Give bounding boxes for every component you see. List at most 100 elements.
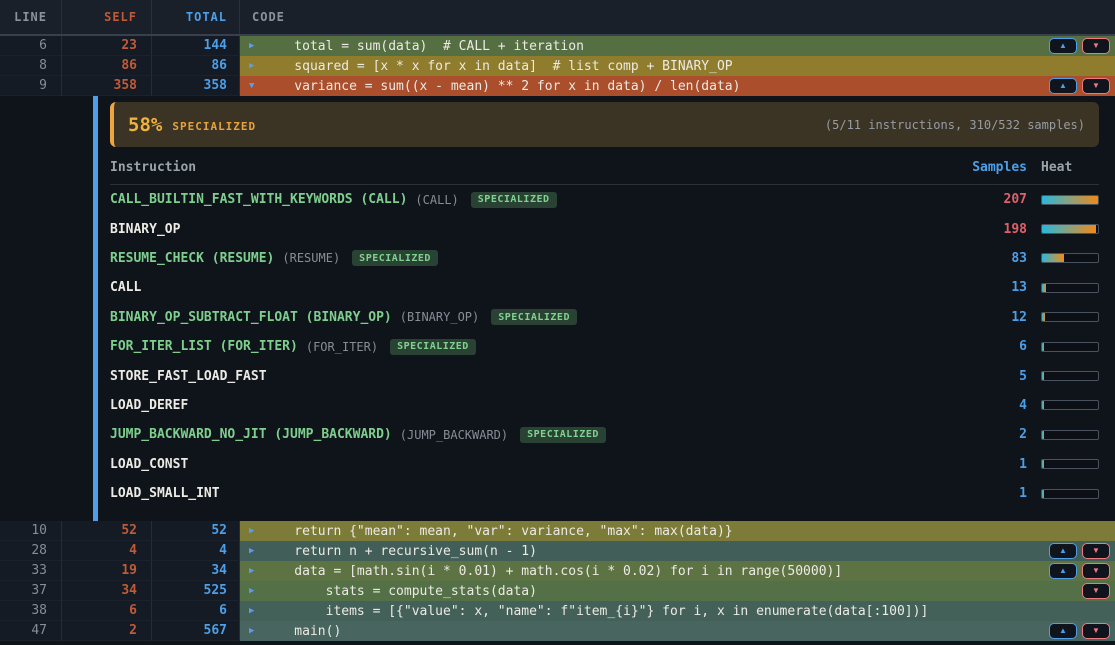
jump-down-button[interactable]: ▼ xyxy=(1082,583,1110,599)
instruction-row[interactable]: CALL_BUILTIN_FAST_WITH_KEYWORDS (CALL) (… xyxy=(110,185,1099,214)
instruction-row[interactable]: STORE_FAST_LOAD_FAST 5 xyxy=(110,361,1099,390)
instruction-row[interactable]: BINARY_OP_SUBTRACT_FLOAT (BINARY_OP) (BI… xyxy=(110,303,1099,332)
instruction-row[interactable]: BINARY_OP 198 xyxy=(110,214,1099,243)
row-nav-buttons: ▲ ▼ xyxy=(1049,38,1110,54)
line-number: 28 xyxy=(0,541,62,561)
jump-down-button[interactable]: ▼ xyxy=(1082,623,1110,639)
heat-cell xyxy=(1041,253,1099,263)
jump-up-button[interactable]: ▲ xyxy=(1049,623,1077,639)
instruction-cell: BINARY_OP xyxy=(110,222,957,237)
expand-arrow-icon[interactable]: ▶ xyxy=(249,61,263,71)
expand-arrow-icon[interactable]: ▶ xyxy=(249,546,263,556)
expand-arrow-icon[interactable]: ▶ xyxy=(249,41,263,51)
panel-accent-bar xyxy=(93,96,98,521)
expand-arrow-icon[interactable]: ▶ xyxy=(249,606,263,616)
code-rows-bottom: 10 52 52 ▶ return {"mean": mean, "var": … xyxy=(0,521,1115,641)
column-header-self: SELF xyxy=(62,0,152,34)
code-cell[interactable]: ▶ items = [{"value": x, "name": f"item_{… xyxy=(240,601,1115,621)
heat-bar xyxy=(1041,283,1099,293)
jump-up-button[interactable]: ▲ xyxy=(1049,78,1077,94)
sample-count: 207 xyxy=(957,192,1027,207)
instruction-table-header: Instruction Samples Heat xyxy=(110,160,1099,175)
expand-arrow-icon[interactable]: ▶ xyxy=(249,586,263,596)
self-samples: 19 xyxy=(62,561,152,581)
table-row[interactable]: 10 52 52 ▶ return {"mean": mean, "var": … xyxy=(0,521,1115,541)
jump-down-button[interactable]: ▼ xyxy=(1082,78,1110,94)
table-row[interactable]: 37 34 525 ▶ stats = compute_stats(data) … xyxy=(0,581,1115,601)
line-number: 8 xyxy=(0,56,62,76)
heat-bar xyxy=(1041,400,1099,410)
instruction-row[interactable]: RESUME_CHECK (RESUME) (RESUME) SPECIALIZ… xyxy=(110,244,1099,273)
heat-cell xyxy=(1041,371,1099,381)
code-text: total = sum(data) # CALL + iteration xyxy=(263,39,584,54)
expand-arrow-icon[interactable]: ▶ xyxy=(249,566,263,576)
expand-arrow-icon[interactable]: ▼ xyxy=(249,81,263,91)
instruction-name: LOAD_DEREF xyxy=(110,398,188,413)
expand-arrow-icon[interactable]: ▶ xyxy=(249,626,263,636)
table-row[interactable]: 8 86 86 ▶ squared = [x * x for x in data… xyxy=(0,56,1115,76)
total-samples: 525 xyxy=(152,581,240,601)
instruction-cell: CALL xyxy=(110,280,957,295)
instruction-row[interactable]: LOAD_DEREF 4 xyxy=(110,391,1099,420)
table-row[interactable]: 9 358 358 ▼ variance = sum((x - mean) **… xyxy=(0,76,1115,96)
row-nav-buttons: ▲ ▼ xyxy=(1049,543,1110,559)
instruction-row[interactable]: CALL 13 xyxy=(110,273,1099,302)
self-samples: 23 xyxy=(62,36,152,56)
code-cell[interactable]: ▶ return {"mean": mean, "var": variance,… xyxy=(240,521,1115,541)
specialized-banner: 58% SPECIALIZED (5/11 instructions, 310/… xyxy=(110,102,1099,147)
sample-count: 12 xyxy=(957,310,1027,325)
heat-bar-fill xyxy=(1042,460,1044,468)
code-cell[interactable]: ▶ squared = [x * x for x in data] # list… xyxy=(240,56,1115,76)
specialized-percent: 58% xyxy=(128,114,162,136)
heat-bar xyxy=(1041,253,1099,263)
total-samples: 34 xyxy=(152,561,240,581)
specialized-summary: (5/11 instructions, 310/532 samples) xyxy=(825,118,1085,132)
heat-bar-fill xyxy=(1042,343,1044,351)
heat-bar-fill xyxy=(1042,313,1045,321)
code-cell[interactable]: ▶ main() ▲ ▼ xyxy=(240,621,1115,641)
row-nav-buttons: ▲ ▼ xyxy=(1049,563,1110,579)
table-row[interactable]: 28 4 4 ▶ return n + recursive_sum(n - 1)… xyxy=(0,541,1115,561)
table-row[interactable]: 33 19 34 ▶ data = [math.sin(i * 0.01) + … xyxy=(0,561,1115,581)
jump-up-button[interactable]: ▲ xyxy=(1049,543,1077,559)
sample-count: 4 xyxy=(957,398,1027,413)
instruction-row[interactable]: LOAD_CONST 1 xyxy=(110,450,1099,479)
jump-up-button[interactable]: ▲ xyxy=(1049,563,1077,579)
heat-cell xyxy=(1041,430,1099,440)
code-cell[interactable]: ▼ variance = sum((x - mean) ** 2 for x i… xyxy=(240,76,1115,96)
code-text: data = [math.sin(i * 0.01) + math.cos(i … xyxy=(263,564,842,579)
jump-up-button[interactable]: ▲ xyxy=(1049,38,1077,54)
table-row[interactable]: 6 23 144 ▶ total = sum(data) # CALL + it… xyxy=(0,36,1115,56)
specialization-panel: 58% SPECIALIZED (5/11 instructions, 310/… xyxy=(0,96,1115,521)
panel-gutter xyxy=(0,96,93,521)
code-cell[interactable]: ▶ data = [math.sin(i * 0.01) + math.cos(… xyxy=(240,561,1115,581)
instruction-row[interactable]: FOR_ITER_LIST (FOR_ITER) (FOR_ITER) SPEC… xyxy=(110,332,1099,361)
total-samples: 52 xyxy=(152,521,240,541)
instruction-row[interactable]: JUMP_BACKWARD_NO_JIT (JUMP_BACKWARD) (JU… xyxy=(110,420,1099,449)
heat-bar-fill xyxy=(1042,254,1064,262)
code-cell[interactable]: ▶ stats = compute_stats(data) ▲ ▼ xyxy=(240,581,1115,601)
code-cell[interactable]: ▶ total = sum(data) # CALL + iteration ▲… xyxy=(240,36,1115,56)
code-rows-top: 6 23 144 ▶ total = sum(data) # CALL + it… xyxy=(0,36,1115,96)
heat-bar-fill xyxy=(1042,196,1098,204)
instruction-row[interactable]: LOAD_SMALL_INT 1 xyxy=(110,479,1099,508)
expand-arrow-icon[interactable]: ▶ xyxy=(249,526,263,536)
column-header-code: CODE xyxy=(240,0,1115,34)
heat-bar-fill xyxy=(1042,225,1096,233)
jump-down-button[interactable]: ▼ xyxy=(1082,543,1110,559)
jump-down-button[interactable]: ▼ xyxy=(1082,38,1110,54)
column-header-samples: Samples xyxy=(957,160,1027,175)
heat-cell xyxy=(1041,283,1099,293)
heat-bar-fill xyxy=(1042,284,1046,292)
self-samples: 2 xyxy=(62,621,152,641)
total-samples: 567 xyxy=(152,621,240,641)
code-cell[interactable]: ▶ return n + recursive_sum(n - 1) ▲ ▼ xyxy=(240,541,1115,561)
heat-bar xyxy=(1041,224,1099,234)
line-number: 37 xyxy=(0,581,62,601)
table-row[interactable]: 47 2 567 ▶ main() ▲ ▼ xyxy=(0,621,1115,641)
instruction-cell: LOAD_SMALL_INT xyxy=(110,486,957,501)
table-row[interactable]: 38 6 6 ▶ items = [{"value": x, "name": f… xyxy=(0,601,1115,621)
row-nav-buttons: ▲ ▼ xyxy=(1049,78,1110,94)
jump-down-button[interactable]: ▼ xyxy=(1082,563,1110,579)
self-samples: 6 xyxy=(62,601,152,621)
